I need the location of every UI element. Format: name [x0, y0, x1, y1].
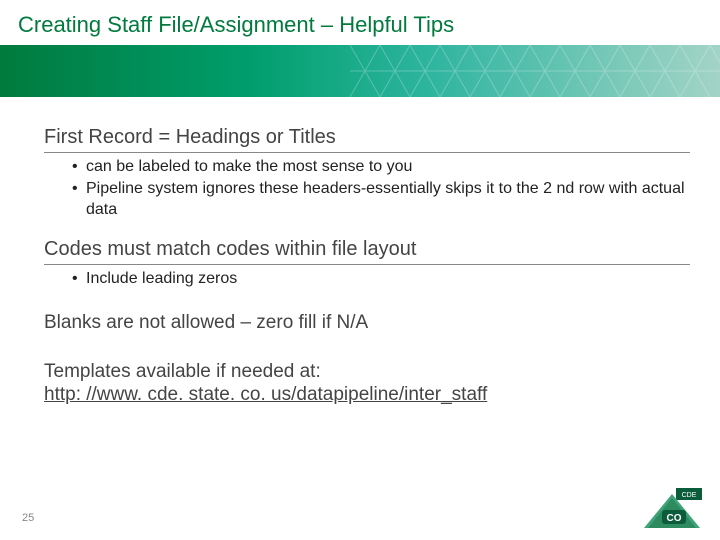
logo-top-text: CDE — [682, 492, 697, 499]
list-item: can be labeled to make the most sense to… — [72, 157, 690, 177]
logo-icon: CDE CO — [642, 488, 702, 530]
list-item: Pipeline system ignores these headers-es… — [72, 179, 690, 220]
list-item: Include leading zeros — [72, 269, 690, 289]
section3-heading: Blanks are not allowed – zero fill if N/… — [44, 312, 690, 334]
page-number: 25 — [22, 512, 34, 524]
section4: Templates available if needed at: http: … — [44, 360, 690, 406]
section1-heading: First Record = Headings or Titles — [44, 126, 690, 153]
slide-title: Creating Staff File/Assignment – Helpful… — [18, 12, 454, 38]
band-pattern-icon — [0, 45, 720, 97]
templates-link[interactable]: http: //www. cde. state. co. us/datapipe… — [44, 384, 487, 405]
section4-heading: Templates available if needed at: — [44, 360, 690, 384]
section1-bullets: can be labeled to make the most sense to… — [72, 157, 690, 220]
title-band — [0, 45, 720, 97]
cde-logo: CDE CO — [642, 488, 702, 530]
section2-heading: Codes must match codes within file layou… — [44, 238, 690, 265]
content-area: First Record = Headings or Titles can be… — [44, 120, 690, 406]
slide: Creating Staff File/Assignment – Helpful… — [0, 0, 720, 540]
logo-main-text: CO — [667, 513, 682, 524]
section2-bullets: Include leading zeros — [72, 269, 690, 289]
